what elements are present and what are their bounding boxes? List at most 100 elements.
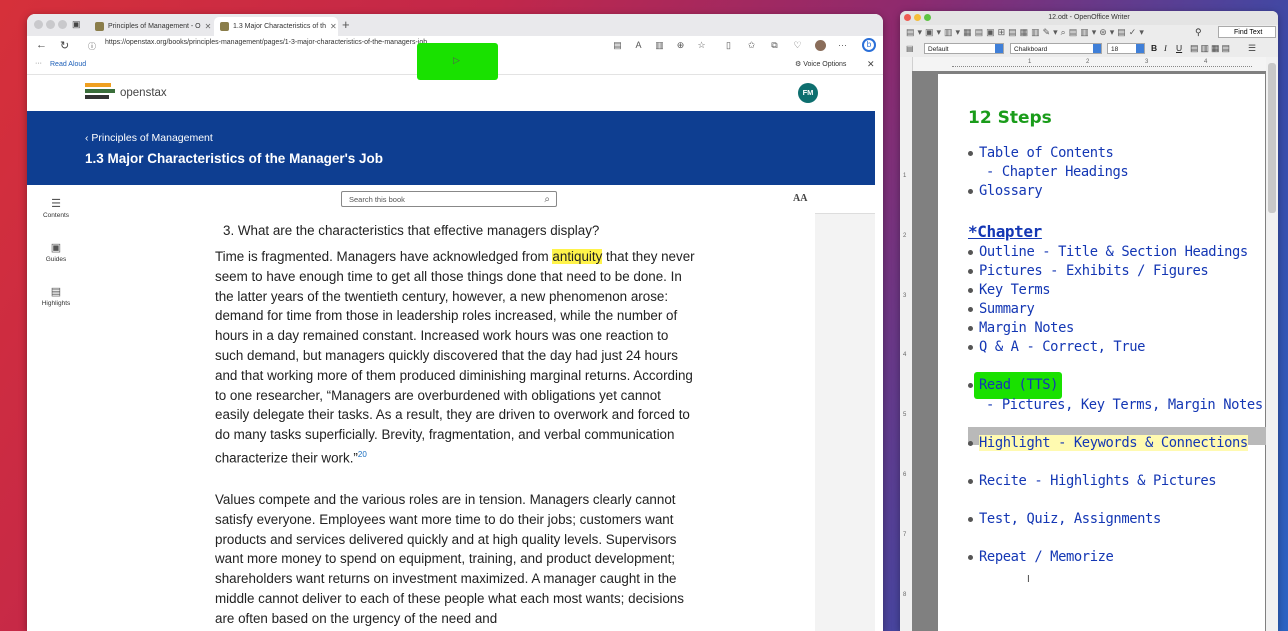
ruler-mark: 6 bbox=[903, 472, 907, 478]
copilot-icon[interactable]: b bbox=[862, 38, 876, 52]
alignment-icons[interactable]: ▤▥▦▤ bbox=[1190, 43, 1232, 54]
doc-line: - Chapter Headings bbox=[986, 164, 1129, 180]
user-avatar[interactable]: FM bbox=[798, 83, 818, 103]
bullet-icon bbox=[968, 306, 973, 312]
collections-icon[interactable]: ⧉ bbox=[769, 40, 780, 51]
italic-button[interactable]: I bbox=[1164, 43, 1167, 53]
play-icon: ▷ bbox=[453, 55, 460, 65]
zoom-window-button[interactable] bbox=[58, 20, 67, 29]
paragraph-style-select[interactable]: Default bbox=[924, 43, 1004, 54]
refresh-icon[interactable]: ↻ bbox=[60, 39, 69, 52]
doc-line: Pictures - Exhibits / Figures bbox=[968, 263, 1209, 279]
openstax-header: openstax FM bbox=[27, 75, 875, 111]
doc-line: Recite - Highlights & Pictures bbox=[968, 473, 1217, 489]
browser-essentials-icon[interactable]: ♡ bbox=[792, 40, 803, 51]
minimize-window-button[interactable] bbox=[46, 20, 55, 29]
footnote-link[interactable]: 20 bbox=[358, 450, 367, 459]
nav-guides[interactable]: ▣ Guides bbox=[27, 241, 85, 263]
openstax-favicon bbox=[220, 22, 229, 31]
font-size-select[interactable]: 18 bbox=[1107, 43, 1145, 54]
doc-line-text: Highlight - Keywords & Connections bbox=[979, 435, 1248, 451]
bullet-icon bbox=[968, 344, 973, 350]
highlighted-word[interactable]: antiquity bbox=[552, 249, 603, 264]
browser-window: ▣ Principles of Management - O ✕ 1.3 Maj… bbox=[27, 14, 883, 631]
close-window-button[interactable] bbox=[904, 14, 911, 21]
doc-line-text: Test, Quiz, Assignments bbox=[979, 511, 1161, 527]
search-input[interactable]: Search this book ⌕ bbox=[341, 191, 557, 207]
doc-line-text: Repeat / Memorize bbox=[979, 549, 1114, 565]
more-options-icon[interactable]: ··· bbox=[837, 40, 848, 51]
favorite-star-icon[interactable]: ☆ bbox=[696, 40, 707, 51]
tab-label: Principles of Management - O bbox=[108, 23, 201, 30]
voice-options-button[interactable]: ⚙ Voice Options bbox=[795, 60, 846, 68]
tab-actions-icon[interactable]: ▣ bbox=[72, 19, 81, 30]
doc-line: Table of Contents bbox=[968, 145, 1114, 161]
styles-icon[interactable]: ▤ bbox=[906, 44, 914, 53]
font-name-select[interactable]: Chalkboard bbox=[1010, 43, 1102, 54]
nav-contents[interactable]: ☰ Contents bbox=[27, 197, 85, 219]
doc-line-text: Glossary bbox=[979, 183, 1043, 199]
close-tab-icon[interactable]: ✕ bbox=[205, 22, 211, 31]
document-scrollbar[interactable] bbox=[1266, 57, 1278, 631]
close-tab-icon[interactable]: ✕ bbox=[330, 22, 337, 31]
more-icon[interactable]: ··· bbox=[35, 60, 42, 67]
read-aloud-icon[interactable]: A bbox=[633, 40, 644, 51]
read-aloud-label[interactable]: Read Aloud bbox=[50, 61, 86, 68]
size-value: 18 bbox=[1111, 46, 1119, 53]
paragraph-1: Time is fragmented. Managers have acknow… bbox=[215, 247, 695, 468]
style-value: Default bbox=[928, 46, 949, 53]
favorites-icon[interactable]: ✩ bbox=[746, 40, 757, 51]
toolbar-icons[interactable]: ▤▾▣▾▥▾▦▤▣⊞▤▦▥✎▾⌕▤▥▾⊛▾▤✓▾ bbox=[906, 27, 1147, 38]
openstax-logo-text: openstax bbox=[120, 87, 167, 99]
breadcrumb[interactable]: ‹ Principles of Management bbox=[85, 132, 213, 144]
ruler-mark: 3 bbox=[903, 293, 907, 299]
lock-icon[interactable]: ⓘ bbox=[88, 41, 96, 52]
zoom-window-button[interactable] bbox=[924, 14, 931, 21]
search-icon[interactable]: ⌕ bbox=[544, 192, 550, 208]
numbering-icon[interactable]: ☰ bbox=[1248, 43, 1256, 54]
find-binoculars-icon[interactable]: ⚲ bbox=[1195, 27, 1202, 38]
ruler-mark: 4 bbox=[903, 352, 907, 358]
bold-button[interactable]: B bbox=[1151, 43, 1157, 53]
breadcrumb-label: Principles of Management bbox=[91, 132, 213, 144]
font-value: Chalkboard bbox=[1014, 46, 1048, 53]
doc-line: Outline - Title & Section Headings bbox=[968, 244, 1248, 260]
play-button[interactable]: ▷ bbox=[417, 43, 498, 80]
new-tab-icon[interactable]: + bbox=[342, 17, 350, 32]
zoom-icon[interactable]: ⊕ bbox=[675, 40, 686, 51]
minimize-window-button[interactable] bbox=[914, 14, 921, 21]
reader-icon[interactable]: ▤ bbox=[612, 40, 623, 51]
doc-line: Test, Quiz, Assignments bbox=[968, 511, 1161, 527]
ruler-mark: 4 bbox=[1204, 59, 1208, 65]
tab-principles[interactable]: Principles of Management - O ✕ bbox=[89, 17, 211, 36]
ruler-mark: 1 bbox=[1028, 59, 1032, 65]
immersive-reader-icon[interactable]: ▥ bbox=[654, 40, 665, 51]
font-size-icon[interactable]: AA bbox=[793, 193, 807, 204]
tab-characteristics[interactable]: 1.3 Major Characteristics of th ✕ bbox=[214, 17, 338, 36]
tab-bar: ▣ Principles of Management - O ✕ 1.3 Maj… bbox=[27, 14, 883, 36]
split-screen-icon[interactable]: ▯ bbox=[723, 40, 734, 51]
find-text-field[interactable]: Find Text bbox=[1218, 26, 1276, 38]
horizontal-ruler[interactable]: 1 2 3 4 bbox=[912, 57, 1266, 72]
question-item: 3. What are the characteristics that eff… bbox=[223, 223, 600, 238]
profile-avatar-icon[interactable] bbox=[815, 40, 826, 51]
back-icon[interactable]: ← bbox=[36, 39, 47, 51]
guides-icon: ▣ bbox=[50, 242, 62, 254]
close-read-aloud-icon[interactable]: ✕ bbox=[867, 59, 875, 70]
close-window-button[interactable] bbox=[34, 20, 43, 29]
text-cursor-icon: I bbox=[1027, 574, 1030, 585]
scrollbar-thumb[interactable] bbox=[1268, 63, 1276, 213]
ruler-mark: 3 bbox=[1145, 59, 1149, 65]
nav-highlights[interactable]: ▤ Highlights bbox=[27, 285, 85, 307]
doc-line: Key Terms bbox=[968, 282, 1051, 298]
doc-line: Margin Notes bbox=[968, 320, 1074, 336]
bullet-icon bbox=[968, 325, 973, 331]
doc-line-text: Outline - Title & Section Headings bbox=[979, 244, 1248, 260]
bullet-icon bbox=[968, 268, 973, 274]
left-sidebar: ☰ Contents ▣ Guides ▤ Highlights bbox=[27, 185, 86, 631]
url-field[interactable]: https://openstax.org/books/principles-ma… bbox=[105, 39, 427, 46]
bullet-icon bbox=[968, 516, 973, 522]
ruler-mark: 2 bbox=[1086, 59, 1090, 65]
openstax-logo-icon[interactable] bbox=[85, 83, 115, 103]
underline-button[interactable]: U bbox=[1176, 43, 1182, 53]
